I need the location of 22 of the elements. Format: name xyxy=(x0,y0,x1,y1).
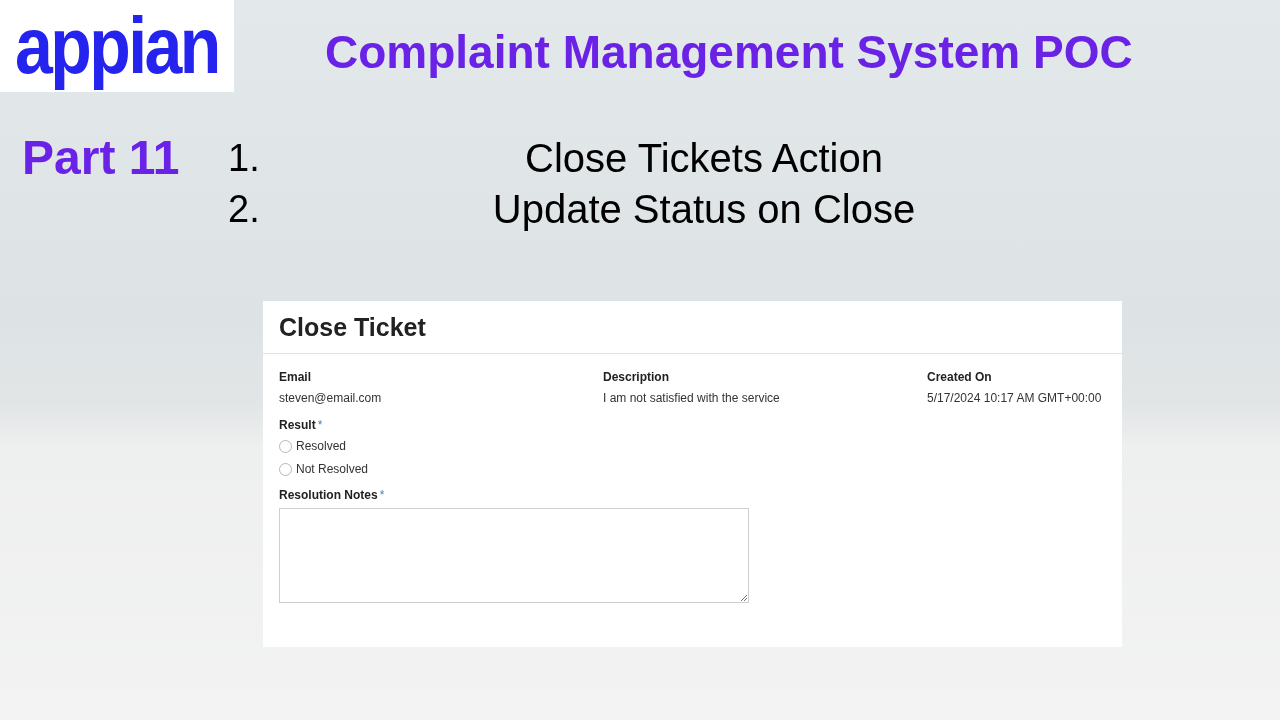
part-label: Part 11 xyxy=(22,132,181,184)
logo: appian xyxy=(0,0,234,92)
field-value: 5/17/2024 10:17 AM GMT+00:00 xyxy=(927,391,1102,405)
field-label: Result xyxy=(279,418,316,432)
field-value: steven@email.com xyxy=(279,391,382,405)
list-number: 2. xyxy=(228,186,261,231)
required-mark: * xyxy=(317,418,323,432)
slide-title: Complaint Management System POC xyxy=(325,25,1133,79)
radio-label: Resolved xyxy=(296,439,347,453)
agenda-item: Update Status on Close xyxy=(491,185,917,232)
field-value: I am not satisfied with the service xyxy=(603,391,780,405)
resolution-notes-field[interactable] xyxy=(279,508,749,603)
required-mark: * xyxy=(379,488,385,502)
radio-label: Not Resolved xyxy=(296,462,369,476)
field-label: Created On xyxy=(927,370,992,384)
resize-grip-icon xyxy=(740,594,747,601)
field-label: Email xyxy=(279,370,311,384)
list-number: 1. xyxy=(228,135,261,180)
form-title: Close Ticket xyxy=(279,312,426,342)
field-label: Resolution Notes xyxy=(279,488,378,502)
field-label: Description xyxy=(603,370,669,384)
agenda-item: Close Tickets Action xyxy=(524,134,884,181)
